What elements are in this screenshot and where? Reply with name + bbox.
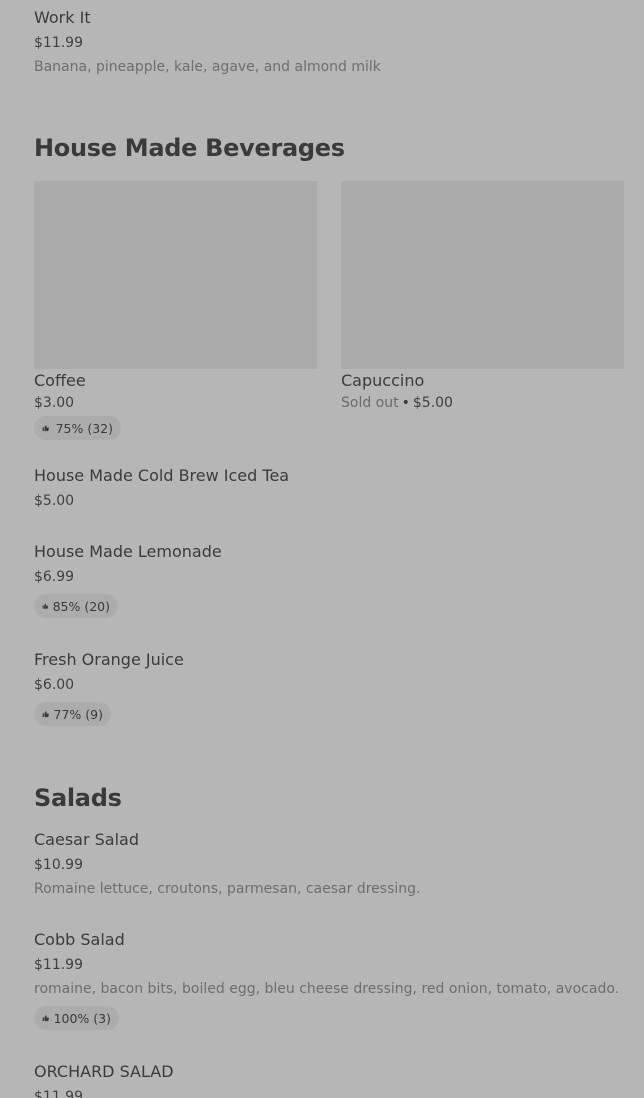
item-name: Fresh Orange Juice	[34, 650, 184, 669]
item-description: Banana, pineapple, kale, agave, and almo…	[34, 59, 381, 75]
rating-text: 85% (20)	[52, 598, 110, 614]
menu-page: Work It $11.99 Banana, pineapple, kale, …	[0, 0, 644, 1098]
section-title-salads: Salads	[34, 784, 122, 812]
rating-text: 77% (9)	[53, 706, 103, 722]
item-description: Romaine lettuce, croutons, parmesan, cae…	[34, 881, 421, 897]
thumbs-up-icon	[42, 603, 49, 609]
item-name: ORCHARD SALAD	[34, 1062, 174, 1081]
item-availability: Sold out • $5.00	[341, 394, 624, 412]
item-name: House Made Lemonade	[34, 542, 222, 561]
item-price: $5.00	[412, 395, 453, 411]
thumbs-up-icon	[42, 1015, 49, 1022]
item-image	[34, 181, 317, 369]
menu-card-coffee[interactable]: Coffee $3.00 75% (32)	[34, 181, 317, 440]
item-price: $10.99	[34, 857, 83, 873]
menu-item-orange-juice[interactable]: Fresh Orange Juice $6.00 77% (9)	[34, 650, 184, 726]
item-name: Capuccino	[341, 371, 425, 390]
item-name: Work It	[34, 8, 91, 27]
item-price: $6.00	[34, 677, 75, 693]
item-price: $6.99	[34, 569, 75, 585]
menu-item-cold-brew-iced-tea[interactable]: House Made Cold Brew Iced Tea $5.00	[34, 466, 289, 510]
item-price: $11.99	[34, 957, 83, 973]
menu-item-caesar-salad[interactable]: Caesar Salad $10.99 Romaine lettuce, cro…	[34, 830, 420, 898]
rating-text: 100% (3)	[53, 1010, 111, 1026]
menu-card-capuccino[interactable]: Capuccino Sold out • $5.00	[341, 181, 624, 412]
rating-text: 75% (32)	[55, 420, 113, 436]
item-price: $5.00	[34, 493, 75, 509]
rating-badge: 100% (3)	[34, 1006, 119, 1030]
item-name: House Made Cold Brew Iced Tea	[34, 466, 290, 485]
thumbs-up-icon	[42, 425, 49, 432]
item-price: $11.99	[34, 35, 83, 51]
menu-item-orchard-salad[interactable]: ORCHARD SALAD $11.99	[34, 1062, 174, 1098]
item-name: Coffee	[34, 371, 86, 390]
rating-badge: 85% (20)	[34, 594, 118, 618]
thumbs-up-icon	[42, 711, 49, 718]
separator-dot: •	[401, 395, 410, 411]
section-title-beverages: House Made Beverages	[34, 134, 345, 162]
item-name: Cobb Salad	[34, 930, 125, 949]
item-name: Caesar Salad	[34, 830, 139, 849]
item-price: $11.99	[34, 1089, 83, 1098]
menu-item-cobb-salad[interactable]: Cobb Salad $11.99 romaine, bacon bits, b…	[34, 930, 619, 1030]
menu-item-lemonade[interactable]: House Made Lemonade $6.99 85% (20)	[34, 542, 222, 618]
rating-badge: 75% (32)	[34, 416, 121, 440]
item-description: romaine, bacon bits, boiled egg, bleu ch…	[34, 981, 620, 997]
item-image	[341, 181, 624, 369]
sold-out-label: Sold out	[341, 395, 399, 411]
item-price: $3.00	[34, 395, 75, 411]
rating-badge: 77% (9)	[34, 702, 111, 726]
menu-item-work-it[interactable]: Work It $11.99 Banana, pineapple, kale, …	[34, 8, 381, 76]
